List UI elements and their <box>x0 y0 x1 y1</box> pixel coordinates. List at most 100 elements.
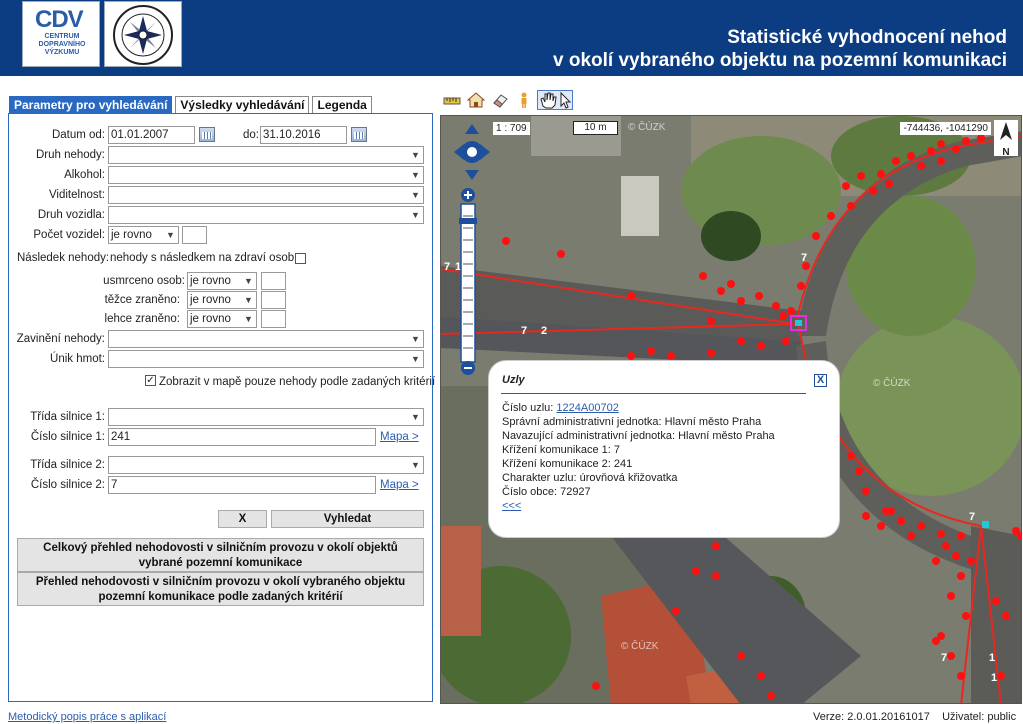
node-number-row: Číslo uzlu: 1224A00702 <box>502 402 619 414</box>
user-value: public <box>987 711 1017 723</box>
road-label: 7 <box>941 652 947 664</box>
unik-label: Únik hmot: <box>50 353 105 365</box>
road-label: 7 <box>969 511 975 523</box>
viditelnost-select[interactable]: ▼ <box>108 186 424 204</box>
node-number-link[interactable]: 1224A00702 <box>556 402 618 414</box>
clear-button[interactable]: X <box>218 510 267 528</box>
trida2-select[interactable]: ▼ <box>108 456 424 474</box>
cdv-logo-text: CENTRUM DOPRAVNÍHO VÝZKUMU <box>38 33 86 56</box>
help-link[interactable]: Metodický popis práce s aplikací <box>8 711 166 723</box>
druh-vozidla-label: Druh vozidla: <box>37 209 105 221</box>
app-title: Statistické vyhodnocení nehod v okolí vy… <box>553 26 1007 72</box>
criteria-report-button[interactable]: Přehled nehodovosti v silničním provozu … <box>17 572 424 606</box>
date-to-label: do: <box>243 129 259 141</box>
mapa1-link[interactable]: Mapa > <box>380 431 419 443</box>
usmrceno-operator-value: je rovno <box>190 275 231 287</box>
date-from-label: Datum od: <box>51 129 105 141</box>
pan-hand-icon[interactable] <box>537 90 573 110</box>
overview-button[interactable]: Celkový přehled nehodovosti v silničním … <box>17 538 424 572</box>
road-label: 2 <box>541 325 547 337</box>
tezce-operator[interactable]: je rovno ▼ <box>187 291 257 309</box>
zoom-slider[interactable] <box>458 188 478 375</box>
home-icon[interactable] <box>465 90 487 110</box>
usmrceno-label: usmrceno osob: <box>103 275 185 287</box>
alkohol-label: Alkohol: <box>64 169 105 181</box>
druh-nehody-select[interactable]: ▼ <box>108 146 424 164</box>
zobrazit-checkbox[interactable]: ✓ <box>145 375 156 386</box>
zobrazit-label: Zobrazit v mapě pouze nehody podle zadan… <box>159 376 436 388</box>
person-icon[interactable] <box>513 90 535 110</box>
cislo2-input[interactable]: 7 <box>108 476 376 494</box>
scale-ratio: 1 : 709 <box>493 122 530 135</box>
version-label: Verze: <box>813 711 845 723</box>
cdv-logo-mark: CDV <box>35 6 84 33</box>
calendar-icon[interactable] <box>199 127 215 142</box>
zavineni-select[interactable]: ▼ <box>108 330 424 348</box>
search-form-panel: Datum od: 01.01.2007 do: 31.10.2016 Druh… <box>8 113 436 702</box>
tab-search-params[interactable]: Parametry pro vyhledávání <box>9 96 173 114</box>
north-arrow-glyph <box>1000 122 1012 140</box>
trida1-label: Třída silnice 1: <box>30 411 105 423</box>
popup-title: Uzly <box>502 374 525 386</box>
chevron-down-icon: ▼ <box>411 334 420 344</box>
calendar-icon[interactable] <box>351 127 367 142</box>
pocet-vozidel-label: Počet vozidel: <box>33 229 105 241</box>
tab-bar: Parametry pro vyhledávání Výsledky vyhle… <box>9 96 375 114</box>
version-value: 2.0.01.20161017 <box>847 711 930 723</box>
nasledek-check-label: nehody s následkem na zdraví osob <box>110 252 295 264</box>
lehce-label: lehce zraněno: <box>104 313 180 325</box>
police-star-icon <box>113 5 173 65</box>
tezce-label: těžce zraněno: <box>104 294 180 306</box>
chevron-down-icon: ▼ <box>244 314 253 324</box>
chevron-down-icon: ▼ <box>411 210 420 220</box>
version-info: Verze: 2.0.01.20161017 Uživatel: public <box>813 711 1016 723</box>
zavineni-label: Zavinění nehody: <box>16 333 105 345</box>
back-link[interactable]: <<< <box>502 500 521 512</box>
chevron-down-icon: ▼ <box>244 276 253 286</box>
crossing-road-2: Křížení komunikace 2: 241 <box>502 458 633 470</box>
druh-vozidla-select[interactable]: ▼ <box>108 206 424 224</box>
popup-back-row: <<< <box>502 500 521 512</box>
road-label: 7 <box>521 325 527 337</box>
cislo1-input[interactable]: 241 <box>108 428 376 446</box>
tab-legend[interactable]: Legenda <box>312 96 372 114</box>
chevron-down-icon: ▼ <box>411 190 420 200</box>
chevron-down-icon: ▼ <box>244 295 253 305</box>
trida2-label: Třída silnice 2: <box>30 459 105 471</box>
app-title-line2: v okolí vybraného objektu na pozemní kom… <box>553 50 1007 71</box>
tezce-operator-value: je rovno <box>190 294 231 306</box>
pan-up-icon <box>465 124 479 134</box>
tezce-input[interactable] <box>261 291 286 309</box>
date-from-input[interactable]: 01.01.2007 <box>108 126 195 144</box>
chevron-down-icon: ▼ <box>411 150 420 160</box>
pocet-vozidel-operator[interactable]: je rovno ▼ <box>108 226 179 244</box>
pocet-vozidel-input[interactable] <box>182 226 207 244</box>
druh-nehody-label: Druh nehody: <box>35 149 105 161</box>
lehce-operator[interactable]: je rovno ▼ <box>187 310 257 328</box>
nasledek-checkbox[interactable] <box>295 253 306 264</box>
close-icon[interactable]: X <box>814 374 827 387</box>
eraser-icon[interactable] <box>489 90 511 110</box>
cdv-logo: CDV CENTRUM DOPRAVNÍHO VÝZKUMU <box>22 1 100 67</box>
search-button[interactable]: Vyhledat <box>271 510 424 528</box>
unik-select[interactable]: ▼ <box>108 350 424 368</box>
chevron-down-icon: ▼ <box>411 460 420 470</box>
copyright-label: © ČÚZK <box>621 641 659 652</box>
node-number-label: Číslo uzlu: <box>502 402 554 414</box>
pocet-vozidel-operator-value: je rovno <box>111 229 152 241</box>
trida1-select[interactable]: ▼ <box>108 408 424 426</box>
app-title-line1: Statistické vyhodnocení nehod <box>727 27 1007 48</box>
pan-down-icon <box>465 170 479 180</box>
measure-icon[interactable] <box>441 90 463 110</box>
north-label: N <box>1002 147 1010 158</box>
pan-control[interactable] <box>454 124 490 180</box>
tab-search-results[interactable]: Výsledky vyhledávání <box>175 96 310 114</box>
police-logo <box>104 1 182 67</box>
usmrceno-operator[interactable]: je rovno ▼ <box>187 272 257 290</box>
mapa2-link[interactable]: Mapa > <box>380 479 419 491</box>
usmrceno-input[interactable] <box>261 272 286 290</box>
lehce-input[interactable] <box>261 310 286 328</box>
date-to-input[interactable]: 31.10.2016 <box>260 126 347 144</box>
alkohol-select[interactable]: ▼ <box>108 166 424 184</box>
road-label: 7 <box>444 261 450 273</box>
